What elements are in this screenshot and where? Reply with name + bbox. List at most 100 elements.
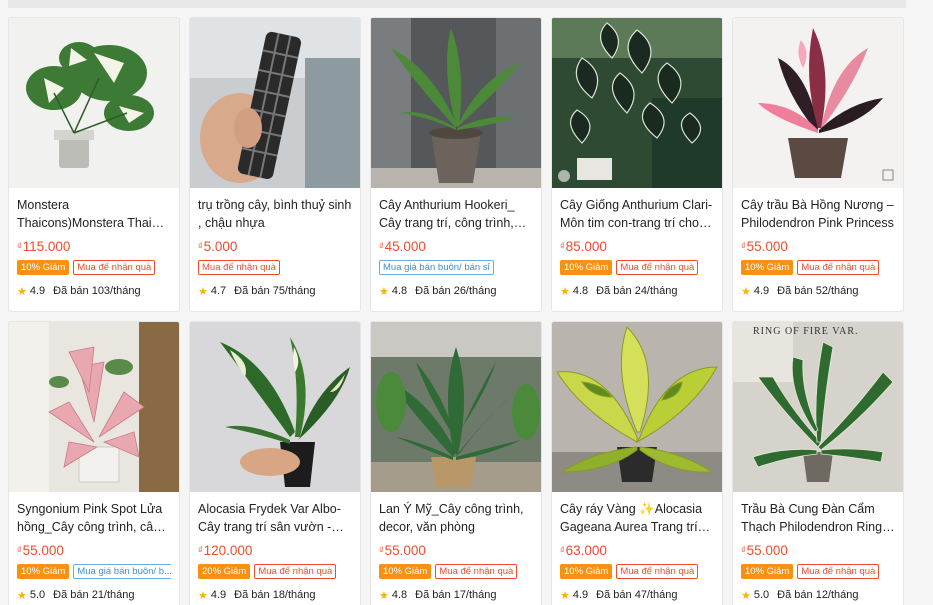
rating-value: 4.9 [572,589,589,601]
discount-badge: 10% Giảm [560,260,613,275]
product-price: ₫85.000 [560,239,607,254]
wholesale-badge: Mua giá bán buôn/ b... [73,564,171,579]
peace-lily-icon [371,322,541,492]
star-icon: ★ [741,285,751,298]
rating-value: 4.7 [210,285,227,297]
anthurium-clarinervium-icon [552,18,722,188]
gift-badge: Mua để nhận quà [73,260,156,275]
discount-badge: 10% Giảm [741,260,794,275]
product-title[interactable]: Lan Ý Mỹ_Cây công trình, decor, văn phòn… [379,500,533,536]
badge-row: 10% Giảm Mua để nhận quà [741,260,895,277]
badge-row: 20% Giảm Mua để nhận quà [198,564,352,581]
product-title[interactable]: Syngonium Pink Spot Lửa hồng_Cây công tr… [17,500,171,536]
product-card[interactable]: Alocasia Frydek Var Albo- Cây trang trí … [189,321,361,605]
badge-row: 10% Giảm Mua giá bán buôn/ b... [17,564,171,581]
plastic-pole-icon [190,18,360,188]
product-price: ₫55.000 [17,543,64,558]
product-title[interactable]: Cây Anthurium Hookeri_ Cây trang trí, cô… [379,196,533,232]
rating-value: 4.8 [391,589,408,601]
badge-row: 10% Giảm Mua để nhận quà [741,564,895,581]
product-card[interactable]: Cây Giống Anthurium Clari- Môn tim con-t… [551,17,723,312]
star-icon: ★ [560,285,570,298]
top-bar [8,0,906,8]
star-icon: ★ [17,285,27,298]
product-price: ₫45.000 [379,239,426,254]
rating-row: ★ 4.9 Đã bán 52/tháng [741,283,895,299]
gift-badge: Mua để nhận quà [797,260,880,275]
sold-count: Đã bán 21/tháng [53,589,135,601]
product-card[interactable]: Cây ráy Vàng ✨Alocasia Gageana Aurea Tra… [551,321,723,605]
rating-value: 4.8 [572,285,589,297]
rating-value: 5.0 [753,589,770,601]
gift-badge: Mua để nhận quà [616,564,699,579]
star-icon: ★ [198,589,208,602]
gift-badge: Mua để nhận quà [616,260,699,275]
star-icon: ★ [560,589,570,602]
sold-count: Đã bán 52/tháng [777,285,859,297]
badge-row: 10% Giảm Mua để nhận quà [17,260,171,277]
product-card[interactable]: Syngonium Pink Spot Lửa hồng_Cây công tr… [8,321,180,605]
product-card[interactable]: Cây trầu Bà Hồng Nương – Philodendron Pi… [732,17,904,312]
rating-row: ★ 4.9 Đã bán 103/tháng [17,283,171,299]
product-title[interactable]: Cây Giống Anthurium Clari- Môn tim con-t… [560,196,714,232]
rating-row: ★ 4.8 Đã bán 17/tháng [379,587,533,603]
product-title[interactable]: Cây trầu Bà Hồng Nương – Philodendron Pi… [741,196,895,232]
rating-value: 5.0 [29,589,46,601]
product-card[interactable]: Cây Anthurium Hookeri_ Cây trang trí, cô… [370,17,542,312]
badge-row: Mua để nhận quà [198,260,352,277]
rating-row: ★ 4.9 Đã bán 47/tháng [560,587,714,603]
product-price: ₫5.000 [198,239,238,254]
product-title[interactable]: Cây ráy Vàng ✨Alocasia Gageana Aurea Tra… [560,500,714,536]
rating-row: ★ 4.7 Đã bán 75/tháng [198,283,352,299]
discount-badge: 10% Giảm [17,260,70,275]
rating-value: 4.9 [753,285,770,297]
rating-row: ★ 4.9 Đã bán 18/tháng [198,587,352,603]
sold-count: Đã bán 47/tháng [596,589,678,601]
gift-badge: Mua để nhận quà [797,564,880,579]
product-title[interactable]: trụ trồng cây, bình thuỷ sinh , chậu nhự… [198,196,352,232]
star-icon: ★ [379,589,389,602]
product-card[interactable]: Lan Ý Mỹ_Cây công trình, decor, văn phòn… [370,321,542,605]
star-icon: ★ [198,285,208,298]
product-price: ₫55.000 [741,543,788,558]
badge-row: Mua giá bán buôn/ bán sỉ [379,260,533,277]
product-title[interactable]: Alocasia Frydek Var Albo- Cây trang trí … [198,500,352,536]
pink-princess-icon [733,18,903,188]
rating-value: 4.8 [391,285,408,297]
badge-row: 10% Giảm Mua để nhận quà [560,564,714,581]
product-price: ₫120.000 [198,543,253,558]
discount-badge: 10% Giảm [17,564,70,579]
discount-badge: 20% Giảm [198,564,251,579]
gift-badge: Mua để nhận quà [198,260,280,275]
product-title[interactable]: Trầu Bà Cung Đàn Cẩm Thạch Philodendron … [741,500,895,536]
rating-row: ★ 4.8 Đã bán 24/tháng [560,283,714,299]
star-icon: ★ [741,589,751,602]
product-card[interactable]: trụ trồng cây, bình thuỷ sinh , chậu nhự… [189,17,361,312]
sold-count: Đã bán 75/tháng [234,285,316,297]
star-icon: ★ [17,589,27,602]
gift-badge: Mua để nhận quà [435,564,518,579]
rating-row: ★ 5.0 Đã bán 21/tháng [17,587,171,603]
rating-value: 4.9 [210,589,227,601]
badge-row: 10% Giảm Mua để nhận quà [379,564,533,581]
discount-badge: 10% Giảm [560,564,613,579]
anthurium-hookeri-icon [371,18,541,188]
wholesale-badge: Mua giá bán buôn/ bán sỉ [379,260,494,275]
rating-value: 4.9 [29,285,46,297]
discount-badge: 10% Giảm [741,564,794,579]
rating-row: ★ 4.8 Đã bán 26/tháng [379,283,533,299]
alocasia-frydek-icon [190,322,360,492]
product-price: ₫115.000 [17,239,71,254]
product-card[interactable]: RING OF FIRE VAR. Trầu Bà Cung Đàn Cẩm T… [732,321,904,605]
discount-badge: 10% Giảm [379,564,432,579]
product-card[interactable]: Monstera Thaicons)Monstera Thai Constell… [8,17,180,312]
sold-count: Đã bán 103/tháng [53,285,141,297]
sold-count: Đã bán 18/tháng [234,589,316,601]
sold-count: Đã bán 12/tháng [777,589,859,601]
product-title[interactable]: Monstera Thaicons)Monstera Thai Constell… [17,196,171,232]
rating-row: ★ 5.0 Đã bán 12/tháng [741,587,895,603]
sold-count: Đã bán 26/tháng [415,285,497,297]
monstera-variegata-icon [9,18,179,188]
star-icon: ★ [379,285,389,298]
syngonium-pink-icon [9,322,179,492]
